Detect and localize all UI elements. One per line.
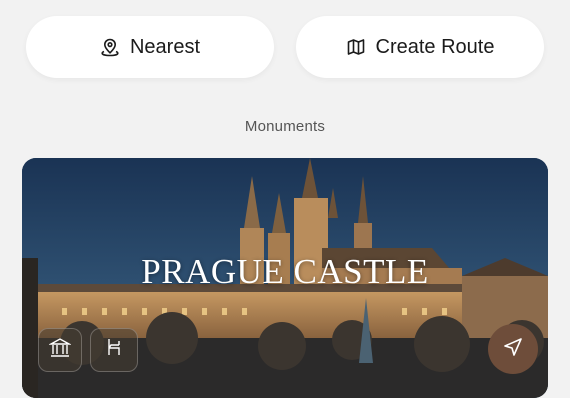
nearest-label: Nearest	[129, 35, 201, 58]
chair-badge[interactable]	[90, 328, 138, 372]
monument-card[interactable]: PRAGUE CASTLE	[22, 158, 548, 398]
museum-badge[interactable]	[38, 328, 82, 372]
create-route-button[interactable]: Create Route	[296, 16, 544, 78]
museum-icon	[48, 337, 72, 364]
location-pin-icon	[100, 37, 120, 57]
nearest-button[interactable]: Nearest	[26, 16, 274, 78]
navigate-button[interactable]	[488, 324, 538, 374]
section-label: Monuments	[244, 118, 326, 135]
navigation-arrow-icon	[502, 336, 524, 363]
monument-title: PRAGUE CASTLE	[141, 252, 429, 291]
create-route-label: Create Route	[375, 35, 495, 58]
map-icon	[346, 37, 366, 57]
chair-icon	[103, 337, 125, 364]
